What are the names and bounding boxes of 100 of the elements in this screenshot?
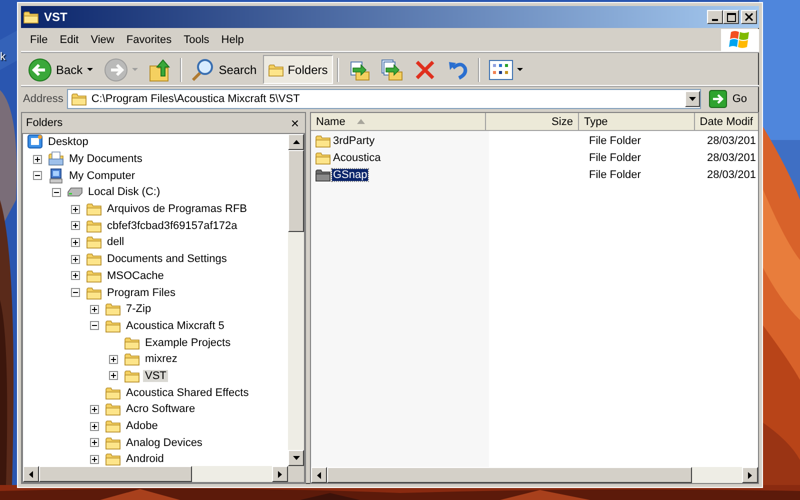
scroll-down-button[interactable] — [288, 450, 304, 466]
pane-title: Folders — [26, 117, 63, 129]
scroll-thumb[interactable] — [39, 466, 192, 482]
tree-item[interactable]: My Documents — [67, 153, 144, 166]
tree-item[interactable]: Adobe — [124, 420, 160, 432]
folder-icon — [86, 252, 102, 266]
folders-button[interactable]: Folders — [262, 55, 333, 84]
search-button[interactable]: Search — [186, 55, 262, 84]
expand-icon[interactable] — [90, 404, 98, 414]
scroll-thumb[interactable] — [288, 150, 304, 232]
down-arrow-icon — [292, 456, 300, 460]
folder-icon — [105, 452, 121, 466]
tree-item[interactable]: Acro Software — [124, 403, 198, 416]
left-arrow-icon — [29, 470, 33, 478]
folder-icon — [124, 368, 140, 383]
tree-item[interactable]: My Computer — [67, 170, 138, 182]
menu-item[interactable]: Help — [215, 34, 250, 46]
folder-icon — [105, 318, 121, 333]
folder-icon — [86, 268, 102, 283]
menu-item[interactable]: Favorites — [120, 34, 178, 46]
folder-icon — [268, 62, 284, 76]
tree-item[interactable]: Analog Devices — [124, 436, 204, 449]
scroll-left-button[interactable] — [311, 467, 327, 483]
tree-item[interactable]: Acoustica Shared Effects — [124, 386, 251, 399]
scroll-left-button[interactable] — [23, 466, 39, 482]
folder-icon — [71, 92, 88, 106]
folder-icon — [86, 286, 102, 300]
folder-icon — [105, 402, 121, 416]
folder-icon — [105, 386, 121, 400]
menu-item[interactable]: Edit — [54, 34, 85, 46]
flag-logo-icon — [728, 29, 752, 51]
caret-icon — [516, 68, 523, 72]
expand-icon[interactable] — [70, 221, 80, 230]
tree-item[interactable]: Acoustica Mixcraft 5 — [124, 320, 226, 332]
tree-item[interactable]: dell — [105, 236, 126, 248]
tree-item[interactable]: Program Files — [105, 286, 178, 299]
horizontal-scrollbar[interactable] — [311, 467, 758, 483]
collapse-icon[interactable] — [32, 171, 42, 180]
tree-item[interactable]: Example Projects — [143, 336, 233, 349]
expand-icon[interactable] — [90, 438, 98, 448]
drive-icon — [67, 185, 83, 200]
table-cell-text: File Folder — [588, 134, 642, 146]
expand-icon[interactable] — [70, 254, 80, 264]
expand-icon[interactable] — [108, 371, 118, 380]
collapse-icon[interactable] — [70, 288, 80, 298]
tree-item[interactable]: Desktop — [46, 136, 90, 148]
collapse-icon[interactable] — [52, 188, 60, 197]
views-grid-icon — [488, 60, 513, 80]
expand-icon[interactable] — [90, 454, 98, 464]
delete-icon — [414, 58, 436, 80]
close-button[interactable] — [741, 10, 757, 24]
folder-icon — [86, 235, 102, 250]
folder-icon — [124, 336, 140, 350]
back-button[interactable]: Back — [23, 55, 98, 84]
address-field[interactable]: C:\Program Files\Acoustica Mixcraft 5\VST — [67, 89, 702, 109]
collapse-icon[interactable] — [90, 321, 98, 330]
expand-icon[interactable] — [32, 154, 42, 164]
tree-item[interactable]: cbfef3fcbad3f69157af172a — [105, 220, 240, 232]
documents-folder-icon — [48, 151, 64, 168]
tree-item[interactable]: Arquivos de Programas RFB — [105, 203, 249, 216]
tree-item[interactable]: MSOCache — [105, 270, 166, 282]
file-name[interactable]: 3rdParty — [332, 134, 376, 146]
expand-icon[interactable] — [108, 354, 118, 364]
horizontal-scrollbar[interactable] — [23, 466, 304, 482]
menu-item[interactable]: File — [21, 34, 54, 46]
caret-icon — [689, 97, 696, 101]
expand-icon[interactable] — [90, 304, 98, 314]
close-pane-button[interactable]: × — [288, 116, 301, 130]
tree-item[interactable]: 7-Zip — [124, 303, 154, 316]
minimize-button[interactable] — [707, 10, 723, 24]
scroll-thumb[interactable] — [327, 467, 692, 483]
tree-item[interactable]: VST — [143, 370, 168, 382]
folder-icon — [124, 352, 140, 366]
vertical-scrollbar[interactable] — [288, 134, 304, 466]
folder-icon — [105, 436, 121, 450]
tree-item[interactable]: Android — [124, 453, 166, 466]
folder-icon — [86, 218, 102, 233]
caret-icon — [86, 68, 93, 72]
expand-icon[interactable] — [70, 204, 80, 214]
scroll-up-button[interactable] — [288, 134, 304, 150]
dropdown-button[interactable] — [685, 91, 700, 107]
menu-item[interactable]: Tools — [178, 34, 216, 46]
close-icon — [745, 13, 753, 21]
tree-item[interactable]: mixrez — [143, 353, 180, 366]
scroll-right-button[interactable] — [742, 467, 758, 483]
maximize-button[interactable] — [723, 10, 739, 24]
expand-icon[interactable] — [70, 238, 80, 247]
tree-item[interactable]: Local Disk (C:) — [86, 186, 162, 198]
table-cell-text: 28/03/201 — [706, 152, 756, 164]
expand-icon[interactable] — [70, 271, 80, 280]
scroll-right-button[interactable] — [272, 466, 288, 482]
file-name[interactable]: Acoustica — [332, 152, 382, 164]
go-button[interactable]: Go — [705, 90, 757, 108]
tree-item[interactable]: Documents and Settings — [105, 253, 229, 266]
expand-icon[interactable] — [90, 422, 98, 431]
search-icon — [190, 58, 215, 82]
address-label: Address — [23, 93, 64, 105]
file-name[interactable]: GSnap — [332, 168, 368, 180]
folder-icon — [86, 202, 102, 216]
menu-item[interactable]: View — [84, 34, 120, 46]
